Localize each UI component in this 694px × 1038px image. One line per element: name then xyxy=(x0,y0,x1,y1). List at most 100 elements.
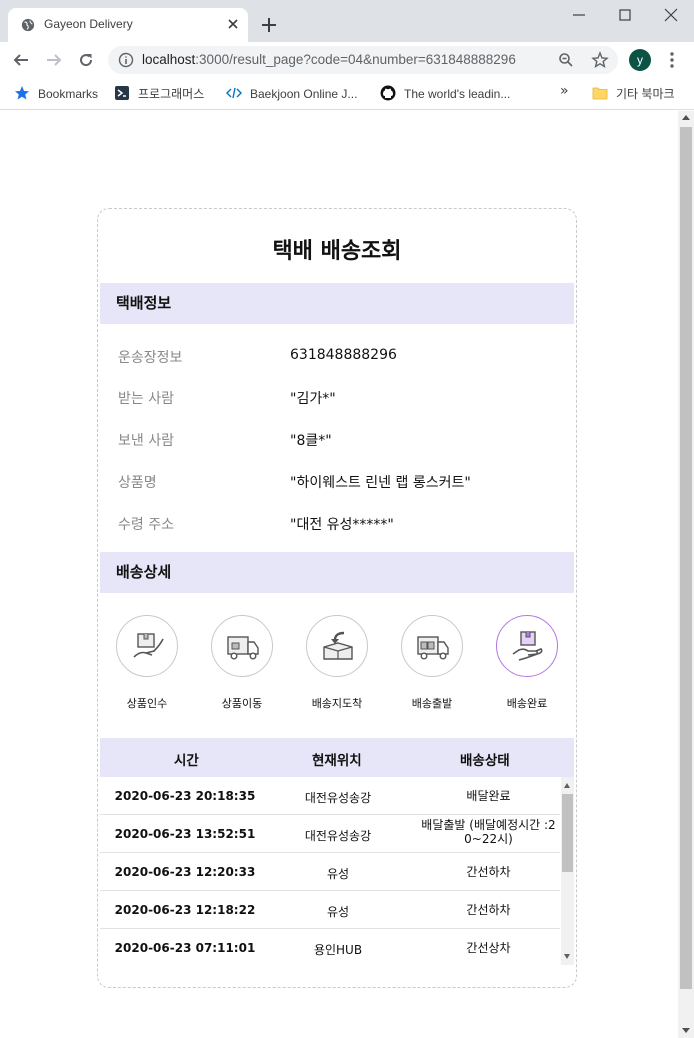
cell-status-line1: 배달출발 (배달예정시간 :2 xyxy=(421,818,556,832)
table-scrollbar[interactable] xyxy=(561,777,574,965)
step-circle xyxy=(401,615,463,677)
globe-icon xyxy=(21,18,35,32)
scrollbar-thumb[interactable] xyxy=(562,794,573,872)
browser-tab[interactable]: Gayeon Delivery xyxy=(8,8,248,42)
cell-status-line2: 0~22시) xyxy=(464,832,513,846)
step-circle xyxy=(211,615,273,677)
maximize-icon[interactable] xyxy=(617,7,633,23)
cell-time: 2020-06-23 20:18:35 xyxy=(114,789,256,803)
cell-location: 유성 xyxy=(326,905,350,919)
scroll-down-arrow-icon[interactable] xyxy=(564,954,570,959)
page-viewport: 택배 배송조회 택배정보 운송장정보 631848888296 받는 사람 "김… xyxy=(0,111,678,1038)
cell-location: 대전유성송강 xyxy=(304,791,372,805)
bookmark-label: Bookmarks xyxy=(38,87,99,101)
tracking-card: 택배 배송조회 택배정보 운송장정보 631848888296 받는 사람 "김… xyxy=(97,208,577,988)
cell-status: 배달완료 xyxy=(466,789,511,803)
zoom-icon[interactable] xyxy=(558,52,574,68)
scroll-down-arrow-icon[interactable] xyxy=(682,1028,690,1033)
other-bookmarks[interactable]: 기타 북마크 xyxy=(592,85,675,103)
cell-time: 2020-06-23 13:52:51 xyxy=(114,827,256,841)
step-circle xyxy=(116,615,178,677)
info-row-recipient: 받는 사람 "김가*" xyxy=(118,388,558,408)
step-label: 상품이동 xyxy=(221,697,263,710)
tab-strip: Gayeon Delivery xyxy=(0,0,694,42)
url-path: :3000/result_page?code=04&number=6318488… xyxy=(195,52,516,67)
step-arrival: 배송지도착 xyxy=(297,615,377,711)
truck-icon xyxy=(227,636,259,660)
url-text: localhost:3000/result_page?code=04&numbe… xyxy=(142,52,516,67)
cell-status: 배달출발 (배달예정시간 :2 0~22시) xyxy=(416,818,561,846)
bookmark-item[interactable]: The world's leadin... xyxy=(380,85,510,103)
bookmark-label: 기타 북마크 xyxy=(616,87,675,101)
reload-icon[interactable] xyxy=(77,51,95,69)
kebab-menu-icon[interactable] xyxy=(667,51,677,69)
bookmark-item[interactable]: 프로그래머스 xyxy=(114,85,204,103)
column-header-location: 현재위치 xyxy=(312,753,362,769)
info-label: 받는 사람 xyxy=(118,391,174,407)
close-window-icon[interactable] xyxy=(663,7,679,23)
bookmark-label: The world's leadin... xyxy=(404,87,511,101)
step-label: 배송지도착 xyxy=(311,697,363,710)
column-header-status: 배송상태 xyxy=(460,753,510,769)
site-info-icon[interactable] xyxy=(118,52,134,68)
info-row-tracking-number: 운송장정보 631848888296 xyxy=(118,347,558,367)
history-table-body[interactable]: 2020-06-23 20:18:35 대전유성송강 배달완료 2020-06-… xyxy=(100,777,574,965)
cell-status: 간선하차 xyxy=(466,865,511,879)
cell-location: 대전유성송강 xyxy=(304,829,372,843)
bookmark-label: Baekjoon Online J... xyxy=(250,87,358,101)
hand-box-icon xyxy=(133,633,164,658)
info-section-header: 택배정보 xyxy=(100,283,574,324)
info-label: 상품명 xyxy=(118,475,157,491)
profile-avatar[interactable]: y xyxy=(629,49,651,71)
cell-location: 용인HUB xyxy=(313,943,363,957)
bookmark-star-icon[interactable] xyxy=(591,51,609,69)
back-arrow-icon[interactable] xyxy=(12,51,30,69)
table-row: 2020-06-23 12:18:22 유성 간선하차 xyxy=(100,891,560,929)
column-header-time: 시간 xyxy=(174,753,199,769)
github-icon xyxy=(380,85,396,101)
step-circle xyxy=(306,615,368,677)
scroll-up-arrow-icon[interactable] xyxy=(682,115,690,120)
step-label: 배송출발 xyxy=(411,697,453,710)
step-label: 상품인수 xyxy=(126,697,168,710)
step-label: 배송완료 xyxy=(506,697,548,710)
close-tab-icon[interactable] xyxy=(226,17,240,31)
info-value: 631848888296 xyxy=(290,347,397,363)
info-value: "하이웨스트 린넨 랩 롱스커트" xyxy=(290,475,471,491)
cell-location: 유성 xyxy=(326,867,350,881)
history-table-header: 시간 현재위치 배송상태 xyxy=(100,738,574,777)
info-value: "대전 유성*****" xyxy=(290,517,394,533)
bookmark-item[interactable]: Bookmarks xyxy=(14,85,98,103)
new-tab-icon[interactable] xyxy=(259,15,279,35)
url-host: localhost xyxy=(142,52,196,67)
tab-title: Gayeon Delivery xyxy=(44,17,133,31)
address-bar[interactable]: localhost:3000/result_page?code=04&numbe… xyxy=(108,46,618,74)
step-transit: 상품이동 xyxy=(202,615,282,711)
star-icon xyxy=(15,86,29,100)
step-circle-active xyxy=(496,615,558,677)
table-row: 2020-06-23 07:11:01 용인HUB 간선상차 xyxy=(100,929,560,965)
page-scrollbar[interactable] xyxy=(678,111,694,1038)
page-title: 택배 배송조회 xyxy=(272,239,402,264)
cell-status: 간선상차 xyxy=(466,941,511,955)
bookmarks-overflow-button[interactable]: » xyxy=(560,83,569,99)
info-label: 보낸 사람 xyxy=(118,433,174,449)
box-arrival-icon xyxy=(323,631,353,660)
code-brackets-icon xyxy=(226,87,242,99)
info-value: "김가*" xyxy=(290,391,336,407)
table-row: 2020-06-23 20:18:35 대전유성송강 배달완료 xyxy=(100,777,560,815)
cell-time: 2020-06-23 07:11:01 xyxy=(114,941,256,955)
table-row: 2020-06-23 13:52:51 대전유성송강 배달출발 (배달예정시간 … xyxy=(100,815,560,853)
forward-arrow-icon[interactable] xyxy=(45,51,63,69)
step-departure: 배송출발 xyxy=(392,615,472,711)
scroll-up-arrow-icon[interactable] xyxy=(564,783,570,788)
minimize-icon[interactable] xyxy=(571,7,587,23)
bookmark-item[interactable]: Baekjoon Online J... xyxy=(226,85,357,103)
detail-section-header: 배송상세 xyxy=(100,552,574,593)
bookmark-label: 프로그래머스 xyxy=(138,87,205,101)
cell-status: 간선하차 xyxy=(466,903,511,917)
table-row: 2020-06-23 12:20:33 유성 간선하차 xyxy=(100,853,560,891)
step-delivered: 배송완료 xyxy=(487,615,567,711)
info-label: 운송장정보 xyxy=(118,350,183,366)
scrollbar-thumb[interactable] xyxy=(680,127,692,989)
